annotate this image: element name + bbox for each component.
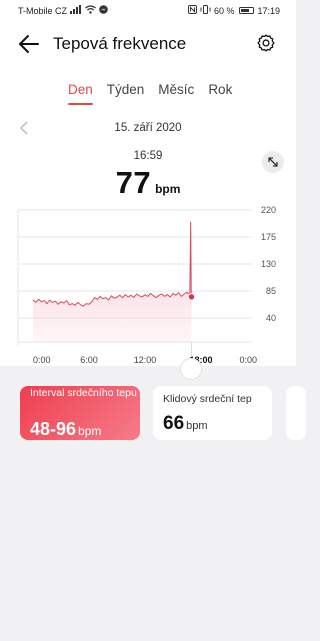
- card-value: 48-96: [30, 419, 77, 439]
- messenger-icon: [99, 5, 108, 16]
- battery-label: 60 %: [213, 5, 235, 16]
- tab-year[interactable]: Rok: [208, 82, 232, 97]
- heart-rate-value: 77: [115, 165, 152, 200]
- selected-point: [187, 293, 196, 301]
- resting-heart-rate-card[interactable]: Klidový srdeční tep 66 bpm: [153, 386, 272, 440]
- reading-time: 16:59: [133, 150, 163, 162]
- tab-day[interactable]: Den: [68, 82, 93, 105]
- x-tick-label: 12:00: [134, 355, 157, 365]
- sheet-handle[interactable]: [180, 358, 202, 380]
- card-unit: bpm: [186, 420, 208, 432]
- period-tabs: Den Týden Měsíc Rok: [68, 82, 246, 105]
- status-bar: T-Mobile CZ 60 % 17:19: [0, 0, 296, 20]
- battery-icon: [239, 7, 255, 14]
- y-tick-label: 40: [266, 313, 276, 323]
- nfc-icon: [187, 5, 197, 16]
- vibrate-icon: [200, 5, 211, 16]
- y-tick-label: 220: [261, 205, 276, 215]
- card-unit: bpm: [78, 424, 102, 438]
- x-tick-label: 0:00: [239, 355, 257, 365]
- card-value: 66: [163, 413, 185, 434]
- card-label: Klidový srdeční tep: [163, 393, 252, 405]
- next-card[interactable]: [286, 386, 306, 440]
- card-label: Interval srdečního tepu: [30, 387, 137, 399]
- y-tick-label: 175: [261, 232, 276, 242]
- gear-icon[interactable]: [256, 33, 276, 53]
- app-header: Tepová frekvence: [0, 26, 296, 62]
- arrow-left-icon[interactable]: [18, 34, 40, 54]
- clock: 17:19: [257, 5, 280, 16]
- tab-week[interactable]: Týden: [107, 82, 145, 97]
- x-tick-label: 6:00: [80, 355, 98, 365]
- summary-cards: Interval srdečního tepu 48-96 bpm Klidový…: [0, 386, 306, 440]
- heart-rate-chart[interactable]: 22017513085400:00 6:00 12:00 18:00 0:00: [0, 196, 296, 368]
- heart-rate-range-card[interactable]: Interval srdečního tepu 48-96 bpm: [20, 386, 140, 440]
- expand-icon[interactable]: [262, 151, 284, 173]
- main-panel: T-Mobile CZ 60 % 17:19 Tepová frekvence …: [0, 0, 296, 366]
- heart-rate-unit: bpm: [155, 182, 181, 196]
- signal-icon: [70, 5, 82, 16]
- x-tick-label: 0:00: [33, 355, 51, 365]
- date-label: 15. září 2020: [114, 122, 182, 134]
- tab-month[interactable]: Měsíc: [158, 82, 194, 97]
- carrier-label: T-Mobile CZ: [18, 5, 68, 16]
- wifi-icon: [85, 5, 96, 16]
- y-tick-label: 85: [266, 286, 276, 296]
- series-area: [33, 222, 192, 342]
- page-title: Tepová frekvence: [53, 34, 187, 53]
- y-tick-label: 130: [261, 259, 276, 269]
